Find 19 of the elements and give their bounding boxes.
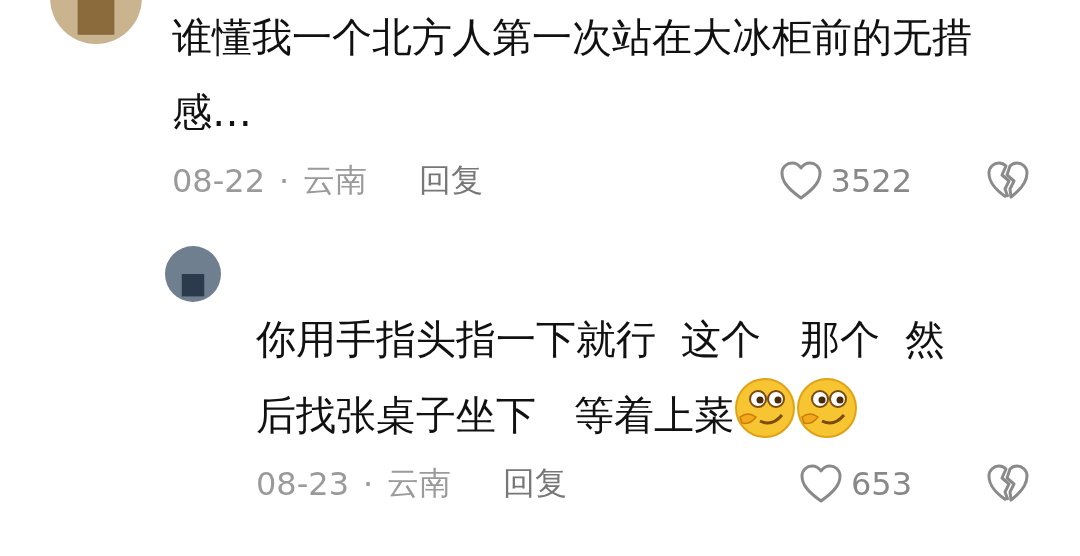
comment-location: 云南 [387, 463, 452, 504]
like-icon[interactable] [778, 161, 823, 201]
dislike-icon[interactable] [986, 464, 1030, 504]
separator-dot: · [363, 465, 374, 503]
comment-location: 云南 [303, 160, 368, 201]
comment-text: 谁懂我一个北方人第一次站在大冰柜前的无措感… [172, 13, 973, 137]
emoji-icon [734, 377, 797, 439]
like-icon[interactable] [798, 464, 843, 504]
like-count: 3522 [830, 162, 912, 200]
like-count: 653 [850, 465, 912, 503]
reply-link[interactable]: 回复 [503, 462, 568, 506]
avatar[interactable] [165, 246, 221, 302]
separator-dot: · [279, 162, 290, 200]
comment-date: 08-23 [256, 465, 349, 503]
comment-text: 你用手指头指一下就行 这个 那个 然后找张桌子坐下 等着上菜 [256, 315, 946, 441]
dislike-icon[interactable] [986, 161, 1030, 201]
reply-link[interactable]: 回复 [419, 159, 484, 203]
emoji-icon [796, 377, 859, 439]
comment-date: 08-22 [172, 162, 265, 200]
